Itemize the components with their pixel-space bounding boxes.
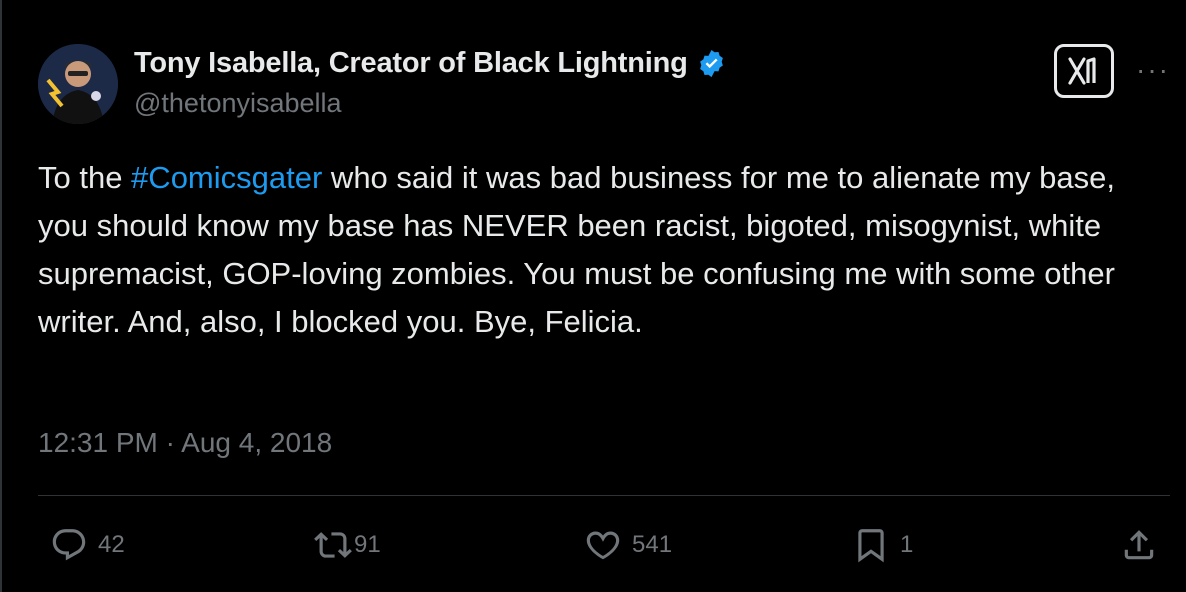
heart-icon bbox=[586, 531, 620, 560]
tweet-text: To the #Comicsgater who said it was bad … bbox=[38, 154, 1168, 346]
left-border bbox=[0, 0, 2, 592]
hashtag-link[interactable]: #Comicsgater bbox=[131, 160, 322, 195]
tweet-text-part: To the bbox=[38, 160, 132, 195]
divider bbox=[38, 495, 1170, 496]
repost-count: 91 bbox=[354, 531, 381, 558]
like-count: 541 bbox=[632, 531, 673, 558]
verified-badge-icon[interactable] bbox=[696, 48, 727, 79]
author-name-row: Tony Isabella, Creator of Black Lightnin… bbox=[134, 47, 727, 80]
bookmark-count: 1 bbox=[900, 531, 914, 558]
author-display-name[interactable]: Tony Isabella, Creator of Black Lightnin… bbox=[134, 47, 688, 80]
avatar-image bbox=[38, 44, 118, 124]
share-button[interactable] bbox=[1120, 526, 1158, 564]
more-icon[interactable]: ··· bbox=[1136, 56, 1170, 84]
bookmark-icon bbox=[858, 529, 884, 563]
avatar[interactable] bbox=[38, 44, 118, 124]
tweet-timestamp[interactable]: 12:31 PM · Aug 4, 2018 bbox=[38, 427, 332, 459]
repost-icon bbox=[314, 532, 352, 558]
bookmark-button[interactable]: 1 bbox=[852, 526, 913, 564]
x-logo-icon[interactable] bbox=[1054, 44, 1114, 98]
share-icon bbox=[1124, 530, 1154, 560]
author-handle[interactable]: @thetonyisabella bbox=[134, 88, 342, 119]
reply-button[interactable]: 42 bbox=[50, 526, 125, 564]
reply-icon bbox=[52, 529, 86, 561]
repost-button[interactable]: 91 bbox=[314, 526, 381, 564]
reply-count: 42 bbox=[98, 531, 125, 558]
like-button[interactable]: 541 bbox=[584, 526, 672, 564]
